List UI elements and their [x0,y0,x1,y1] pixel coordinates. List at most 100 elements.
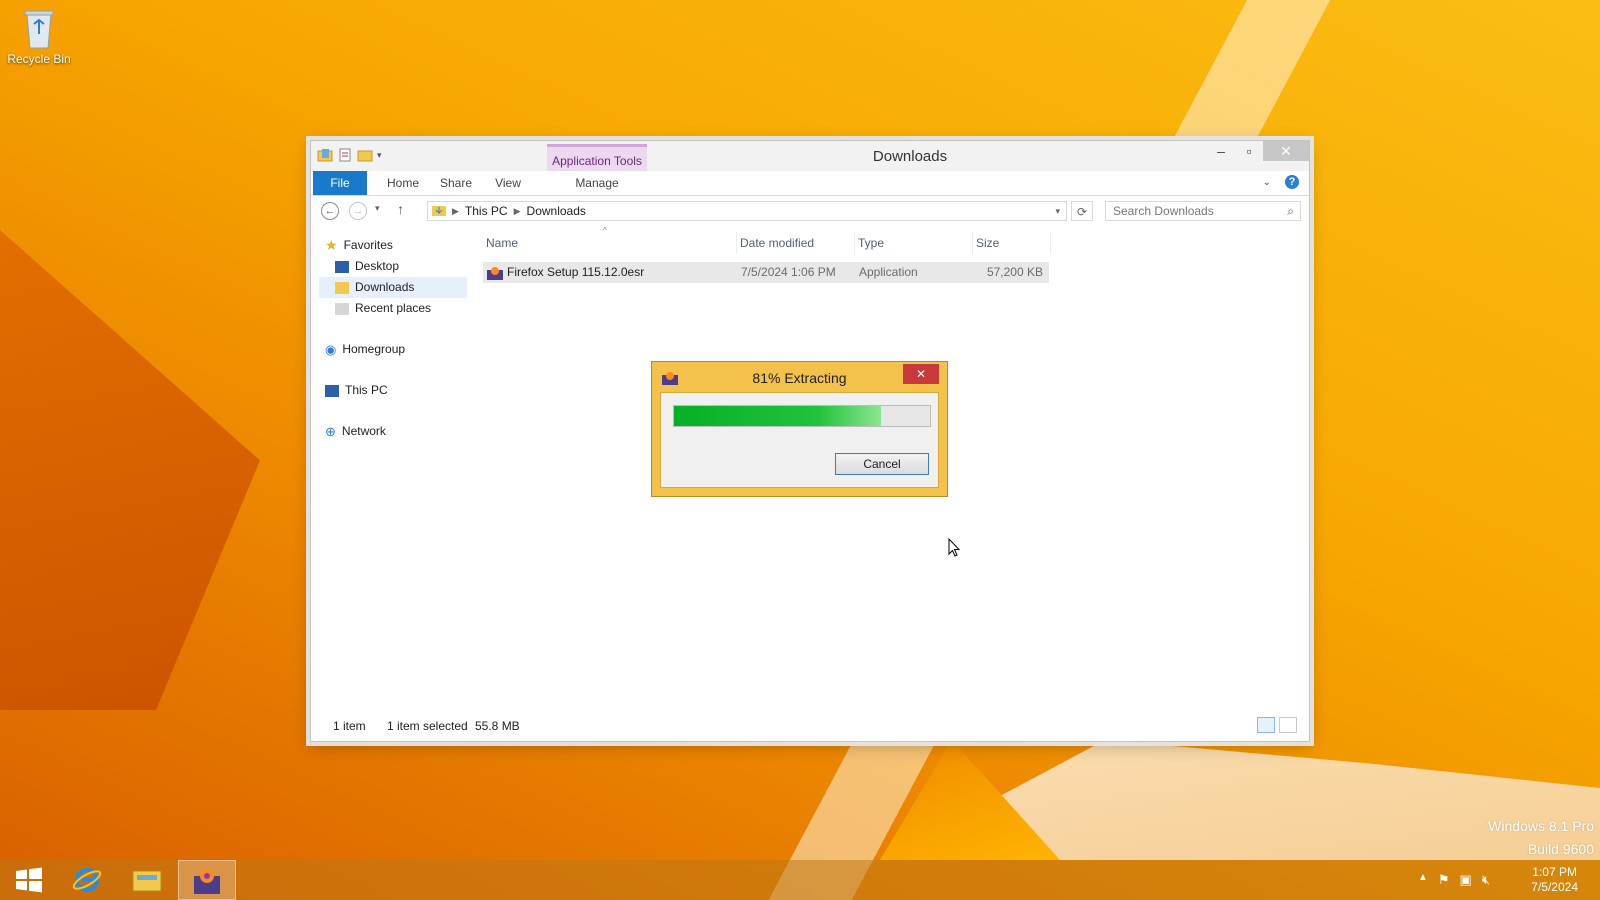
watermark-edition: Windows 8.1 Pro [1488,818,1594,834]
network-icon: ⊕ [325,424,336,439]
column-date-modified[interactable]: Date modified [737,232,855,254]
column-size[interactable]: Size [973,232,1051,254]
status-item-count: 1 item [333,719,366,733]
desktop-icon-recycle-bin[interactable]: Recycle Bin [4,6,74,66]
downloads-icon [335,281,349,294]
search-input[interactable]: Search Downloads ⌕ [1105,201,1301,221]
nav-desktop[interactable]: Desktop [319,256,467,277]
nav-network-label: Network [341,424,386,438]
watermark-build: Build 9600 [1527,841,1594,857]
homegroup-icon: ◉ [325,342,337,357]
recent-places-icon [335,302,349,315]
search-icon: ⌕ [1287,204,1294,218]
ribbon-tabs: File Home Share View Manage ⌄ ? [311,171,1309,196]
tab-manage[interactable]: Manage [547,171,647,195]
minimize-button[interactable]: – [1207,141,1235,161]
file-name: Firefox Setup 115.12.0esr [507,265,645,279]
status-selected: 1 item selected [387,719,468,733]
breadcrumb-separator-icon: ▶ [513,205,521,216]
wallpaper-shape [880,740,1600,860]
recycle-bin-icon [22,6,56,50]
breadcrumb-separator-icon: ▶ [452,205,459,216]
firefox-installer-icon [194,869,220,894]
file-date: 7/5/2024 1:06 PM [741,265,836,279]
dialog-close-button[interactable]: ✕ [903,364,939,384]
file-type: Application [859,265,918,279]
clock-time: 1:07 PM [1532,865,1577,879]
nav-this-pc-label: This PC [345,383,388,397]
extraction-dialog: 81% Extracting ✕ Cancel [651,361,948,497]
cancel-button[interactable]: Cancel [835,453,929,475]
nav-this-pc[interactable]: This PC [319,380,467,401]
help-icon[interactable]: ? [1285,175,1299,189]
downloads-folder-icon [432,204,446,219]
tab-view[interactable]: View [485,171,531,195]
column-type[interactable]: Type [855,232,973,254]
wallpaper-shape [0,230,260,710]
breadcrumb-this-pc[interactable]: This PC [465,204,508,218]
progress-fill [674,406,882,426]
details-view-button[interactable] [1257,717,1275,733]
column-name[interactable]: Name [483,232,737,254]
close-button[interactable]: ✕ [1263,141,1309,161]
nav-network[interactable]: ⊕ Network [319,421,467,442]
taskbar-internet-explorer[interactable] [58,860,116,900]
status-bar: 1 item 1 item selected 55.8 MB [311,711,1309,741]
action-center-flag-icon[interactable]: ⚑ [1438,872,1450,888]
refresh-button[interactable]: ⟳ [1071,201,1093,221]
file-size: 57,200 KB [986,265,1043,279]
taskbar-file-explorer[interactable] [118,860,176,900]
navigation-pane: ★ Favorites Desktop Downloads Recent pla… [319,235,467,442]
progress-bar [673,405,931,427]
large-icons-view-button[interactable] [1279,717,1297,733]
navigation-bar: ← → ▾ ↑ ▶ This PC ▶ Downloads ▾ ⟳ Search… [311,197,1309,225]
title-bar[interactable]: ▾ Application Tools Downloads – ▫ ✕ [311,141,1309,171]
nav-desktop-label: Desktop [355,259,400,273]
recycle-bin-label: Recycle Bin [7,52,71,66]
up-button[interactable]: ↑ [397,201,404,217]
tab-file[interactable]: File [313,171,367,195]
status-size: 55.8 MB [475,719,520,733]
internet-explorer-icon [72,868,102,892]
sort-ascending-icon: ^ [603,226,607,235]
nav-recent-places[interactable]: Recent places [319,298,467,319]
star-icon: ★ [325,237,338,253]
forward-button[interactable]: → [349,202,367,220]
nav-homegroup[interactable]: ◉ Homegroup [319,339,467,360]
show-hidden-icons-icon[interactable]: ▲ [1418,872,1428,888]
taskbar-firefox-installer[interactable] [178,860,236,900]
maximize-button[interactable]: ▫ [1235,141,1263,161]
recent-locations-icon[interactable]: ▾ [375,203,380,214]
nav-recent-label: Recent places [355,301,432,315]
file-row[interactable]: Firefox Setup 115.12.0esr 7/5/2024 1:06 … [483,262,1049,283]
nav-favorites-label: Favorites [343,238,393,252]
mouse-cursor-icon [948,537,961,558]
computer-icon [325,384,339,397]
nav-favorites[interactable]: ★ Favorites [319,235,467,256]
search-placeholder: Search Downloads [1113,204,1214,218]
window-title: Downloads [872,148,948,165]
expand-ribbon-icon[interactable]: ⌄ [1263,177,1271,188]
back-button[interactable]: ← [321,202,339,220]
nav-homegroup-label: Homegroup [342,342,406,356]
wallpaper-shape [880,740,1060,860]
tab-share[interactable]: Share [431,171,481,195]
address-bar[interactable]: ▶ This PC ▶ Downloads ▾ [427,201,1067,221]
nav-downloads-label: Downloads [355,280,415,294]
dialog-body: Cancel [660,392,939,488]
start-button[interactable] [0,860,58,900]
address-dropdown-icon[interactable]: ▾ [1055,206,1060,217]
taskbar: ▲ ⚑ ▣ 🔇︎ 1:07 PM 7/5/2024 [0,860,1600,900]
desktop-icon [335,260,349,273]
network-status-icon[interactable]: ▣ [1460,872,1472,888]
windows-watermark: Windows 8.1 Pro Build 9600 [1488,815,1594,861]
firefox-installer-icon [487,266,503,287]
clock[interactable]: 1:07 PM 7/5/2024 [1531,865,1578,895]
tab-home[interactable]: Home [377,171,429,195]
breadcrumb-downloads[interactable]: Downloads [527,204,586,218]
file-explorer-icon [132,870,162,892]
system-tray: ▲ ⚑ ▣ 🔇︎ [1418,872,1490,888]
nav-downloads[interactable]: Downloads [319,277,467,298]
volume-muted-icon[interactable]: 🔇︎ [1482,872,1490,888]
clock-date: 7/5/2024 [1531,880,1578,894]
